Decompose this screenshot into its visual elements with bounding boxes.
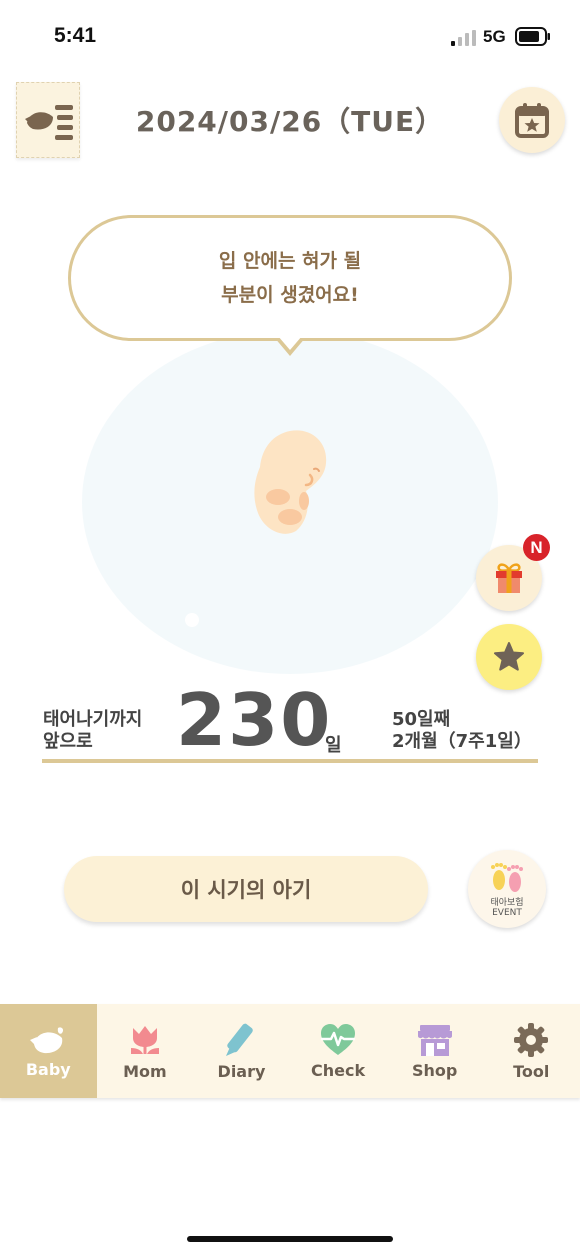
tab-mom[interactable]: Mom	[97, 1004, 194, 1098]
tab-tool[interactable]: Tool	[483, 1004, 580, 1098]
countdown-label: 태어나기까지 앞으로	[43, 709, 142, 753]
tab-label-check: Check	[311, 1060, 366, 1080]
heart-pulse-icon	[321, 1023, 356, 1055]
days-unit: 일	[325, 735, 342, 756]
tab-shop[interactable]: Shop	[386, 1004, 483, 1098]
day-count: 50일째	[392, 709, 451, 730]
calendar-button[interactable]	[499, 87, 565, 153]
tab-label-tool: Tool	[513, 1061, 550, 1081]
page-title-date: 2024/03/26（TUE）	[135, 105, 445, 138]
bubble-tail-inner	[278, 336, 302, 350]
countdown-divider	[42, 759, 538, 763]
calendar-icon	[515, 103, 549, 138]
insurance-event-button[interactable]: 태아보험 EVENT	[468, 850, 546, 928]
countdown-label-line2: 앞으로	[43, 731, 93, 752]
tab-label-baby: Baby	[25, 1059, 71, 1079]
event-label-1: 태아보험	[490, 897, 524, 908]
bottom-tab-bar: Baby Mom Diary Check Shop Tool	[0, 1004, 580, 1098]
tab-label-mom: Mom	[123, 1061, 167, 1081]
signal-icon	[451, 30, 476, 46]
baby-feet-icon	[491, 862, 523, 892]
message-line-2: 부분이 생겼어요!	[221, 284, 359, 306]
tulip-icon	[130, 1025, 159, 1054]
speech-bubble: 입 안에는 혀가 될 부분이 생겼어요!	[68, 215, 512, 341]
message-line-1: 입 안에는 혀가 될	[218, 250, 362, 272]
tab-diary[interactable]: Diary	[193, 1004, 290, 1098]
status-time: 5:41	[54, 24, 97, 47]
notification-badge: N	[523, 534, 550, 561]
gear-icon	[514, 1022, 549, 1057]
tab-baby[interactable]: Baby	[0, 1004, 97, 1098]
pregnancy-progress: 50일째 2개월（7주1일）	[392, 709, 532, 753]
countdown-label-line1: 태어나기까지	[43, 709, 143, 730]
bubble-dot	[185, 613, 199, 627]
tab-label-shop: Shop	[411, 1060, 458, 1080]
embryo-illustration[interactable]	[248, 425, 338, 537]
shop-icon	[417, 1024, 452, 1056]
baby-this-period-button[interactable]: 이 시기의 아기	[64, 856, 428, 922]
event-label-2: EVENT	[492, 907, 522, 918]
tab-label-diary: Diary	[217, 1061, 266, 1081]
battery-icon	[515, 27, 550, 46]
pregnancy-term: 2개월（7주1일）	[392, 731, 532, 752]
favorite-button[interactable]	[476, 624, 542, 690]
star-icon	[494, 642, 524, 671]
bird-icon	[30, 1026, 64, 1053]
pen-icon	[226, 1023, 254, 1056]
gift-icon	[496, 563, 522, 593]
home-indicator[interactable]	[187, 1236, 393, 1242]
days-left-number: 230	[176, 678, 333, 762]
tab-check[interactable]: Check	[290, 1004, 387, 1098]
network-label: 5G	[483, 27, 506, 46]
